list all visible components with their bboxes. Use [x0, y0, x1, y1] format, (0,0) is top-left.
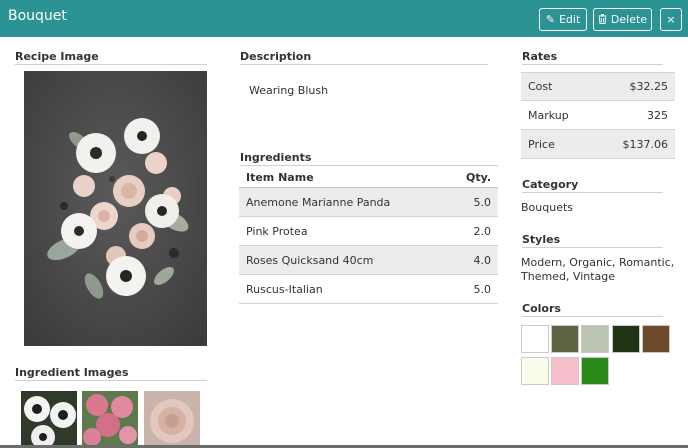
rate-label: Cost — [528, 80, 553, 93]
color-swatch[interactable] — [642, 325, 670, 353]
category-value: Bouquets — [521, 201, 574, 214]
ingredients-heading: Ingredients — [240, 151, 312, 164]
rate-row-markup: Markup 325 — [521, 101, 675, 130]
ingredient-image-protea[interactable] — [82, 391, 138, 448]
ingredient-images-heading: Ingredient Images — [15, 366, 129, 379]
column-header-qty: Qty. — [466, 170, 491, 184]
ingredients-table-header: Item Name Qty. — [239, 167, 498, 188]
ingredient-image-anemone[interactable] — [21, 391, 77, 448]
styles-line-2: Themed, Vintage — [521, 270, 616, 283]
ingredient-image-rose[interactable] — [144, 391, 200, 448]
divider — [15, 64, 207, 65]
divider — [15, 380, 207, 381]
close-icon: × — [666, 13, 676, 26]
color-swatch[interactable] — [551, 325, 579, 353]
column-header-item-name: Item Name — [246, 170, 314, 184]
divider — [522, 64, 663, 65]
divider — [522, 192, 663, 193]
ingredient-name: Pink Protea — [246, 224, 308, 238]
ingredient-name: Ruscus-Italian — [246, 282, 323, 296]
color-swatch[interactable] — [551, 357, 579, 385]
rate-value: $32.25 — [629, 80, 669, 93]
description-heading: Description — [240, 50, 312, 63]
divider — [240, 64, 488, 65]
rate-row-price: Price $137.06 — [521, 130, 675, 159]
recipe-image[interactable] — [24, 71, 207, 346]
divider — [240, 165, 498, 166]
description-text: Wearing Blush — [249, 84, 329, 97]
ingredient-qty: 5.0 — [473, 195, 492, 209]
color-swatch[interactable] — [521, 325, 549, 353]
color-swatch[interactable] — [581, 325, 609, 353]
edit-label: Edit — [558, 13, 581, 26]
delete-button[interactable]: Delete — [593, 8, 652, 31]
rates-heading: Rates — [522, 50, 558, 63]
color-swatch[interactable] — [612, 325, 640, 353]
pencil-icon: ✎ — [545, 13, 555, 26]
edit-button[interactable]: ✎ Edit — [539, 8, 587, 31]
divider — [522, 316, 663, 317]
colors-heading: Colors — [522, 302, 561, 315]
rate-value: $137.06 — [622, 137, 669, 151]
delete-label: Delete — [610, 13, 648, 26]
recipe-image-heading: Recipe Image — [15, 50, 99, 63]
ingredient-qty: 4.0 — [473, 253, 492, 267]
table-row[interactable]: Pink Protea 2.0 — [239, 217, 498, 246]
ingredient-name: Roses Quicksand 40cm — [246, 253, 374, 267]
table-row[interactable]: Ruscus-Italian 5.0 — [239, 275, 498, 304]
rate-label: Price — [528, 137, 555, 151]
styles-line-1: Modern, Organic, Romantic, — [521, 256, 675, 269]
category-heading: Category — [522, 178, 579, 191]
rate-label: Markup — [528, 108, 569, 122]
divider — [522, 247, 663, 248]
trash-icon — [598, 13, 607, 26]
color-swatch[interactable] — [581, 357, 609, 385]
ingredient-qty: 2.0 — [473, 224, 492, 238]
modal-header: Bouquet ✎ Edit Delete × — [0, 0, 688, 37]
styles-heading: Styles — [522, 233, 561, 246]
ingredient-qty: 5.0 — [473, 282, 492, 296]
rate-row-cost: Cost $32.25 — [521, 72, 675, 101]
table-row[interactable]: Roses Quicksand 40cm 4.0 — [239, 246, 498, 275]
color-swatch[interactable] — [521, 357, 549, 385]
table-row[interactable]: Anemone Marianne Panda 5.0 — [239, 188, 498, 217]
modal-title: Bouquet — [8, 8, 67, 24]
close-button[interactable]: × — [660, 8, 682, 31]
ingredient-name: Anemone Marianne Panda — [246, 195, 391, 209]
rate-value: 325 — [647, 108, 668, 122]
